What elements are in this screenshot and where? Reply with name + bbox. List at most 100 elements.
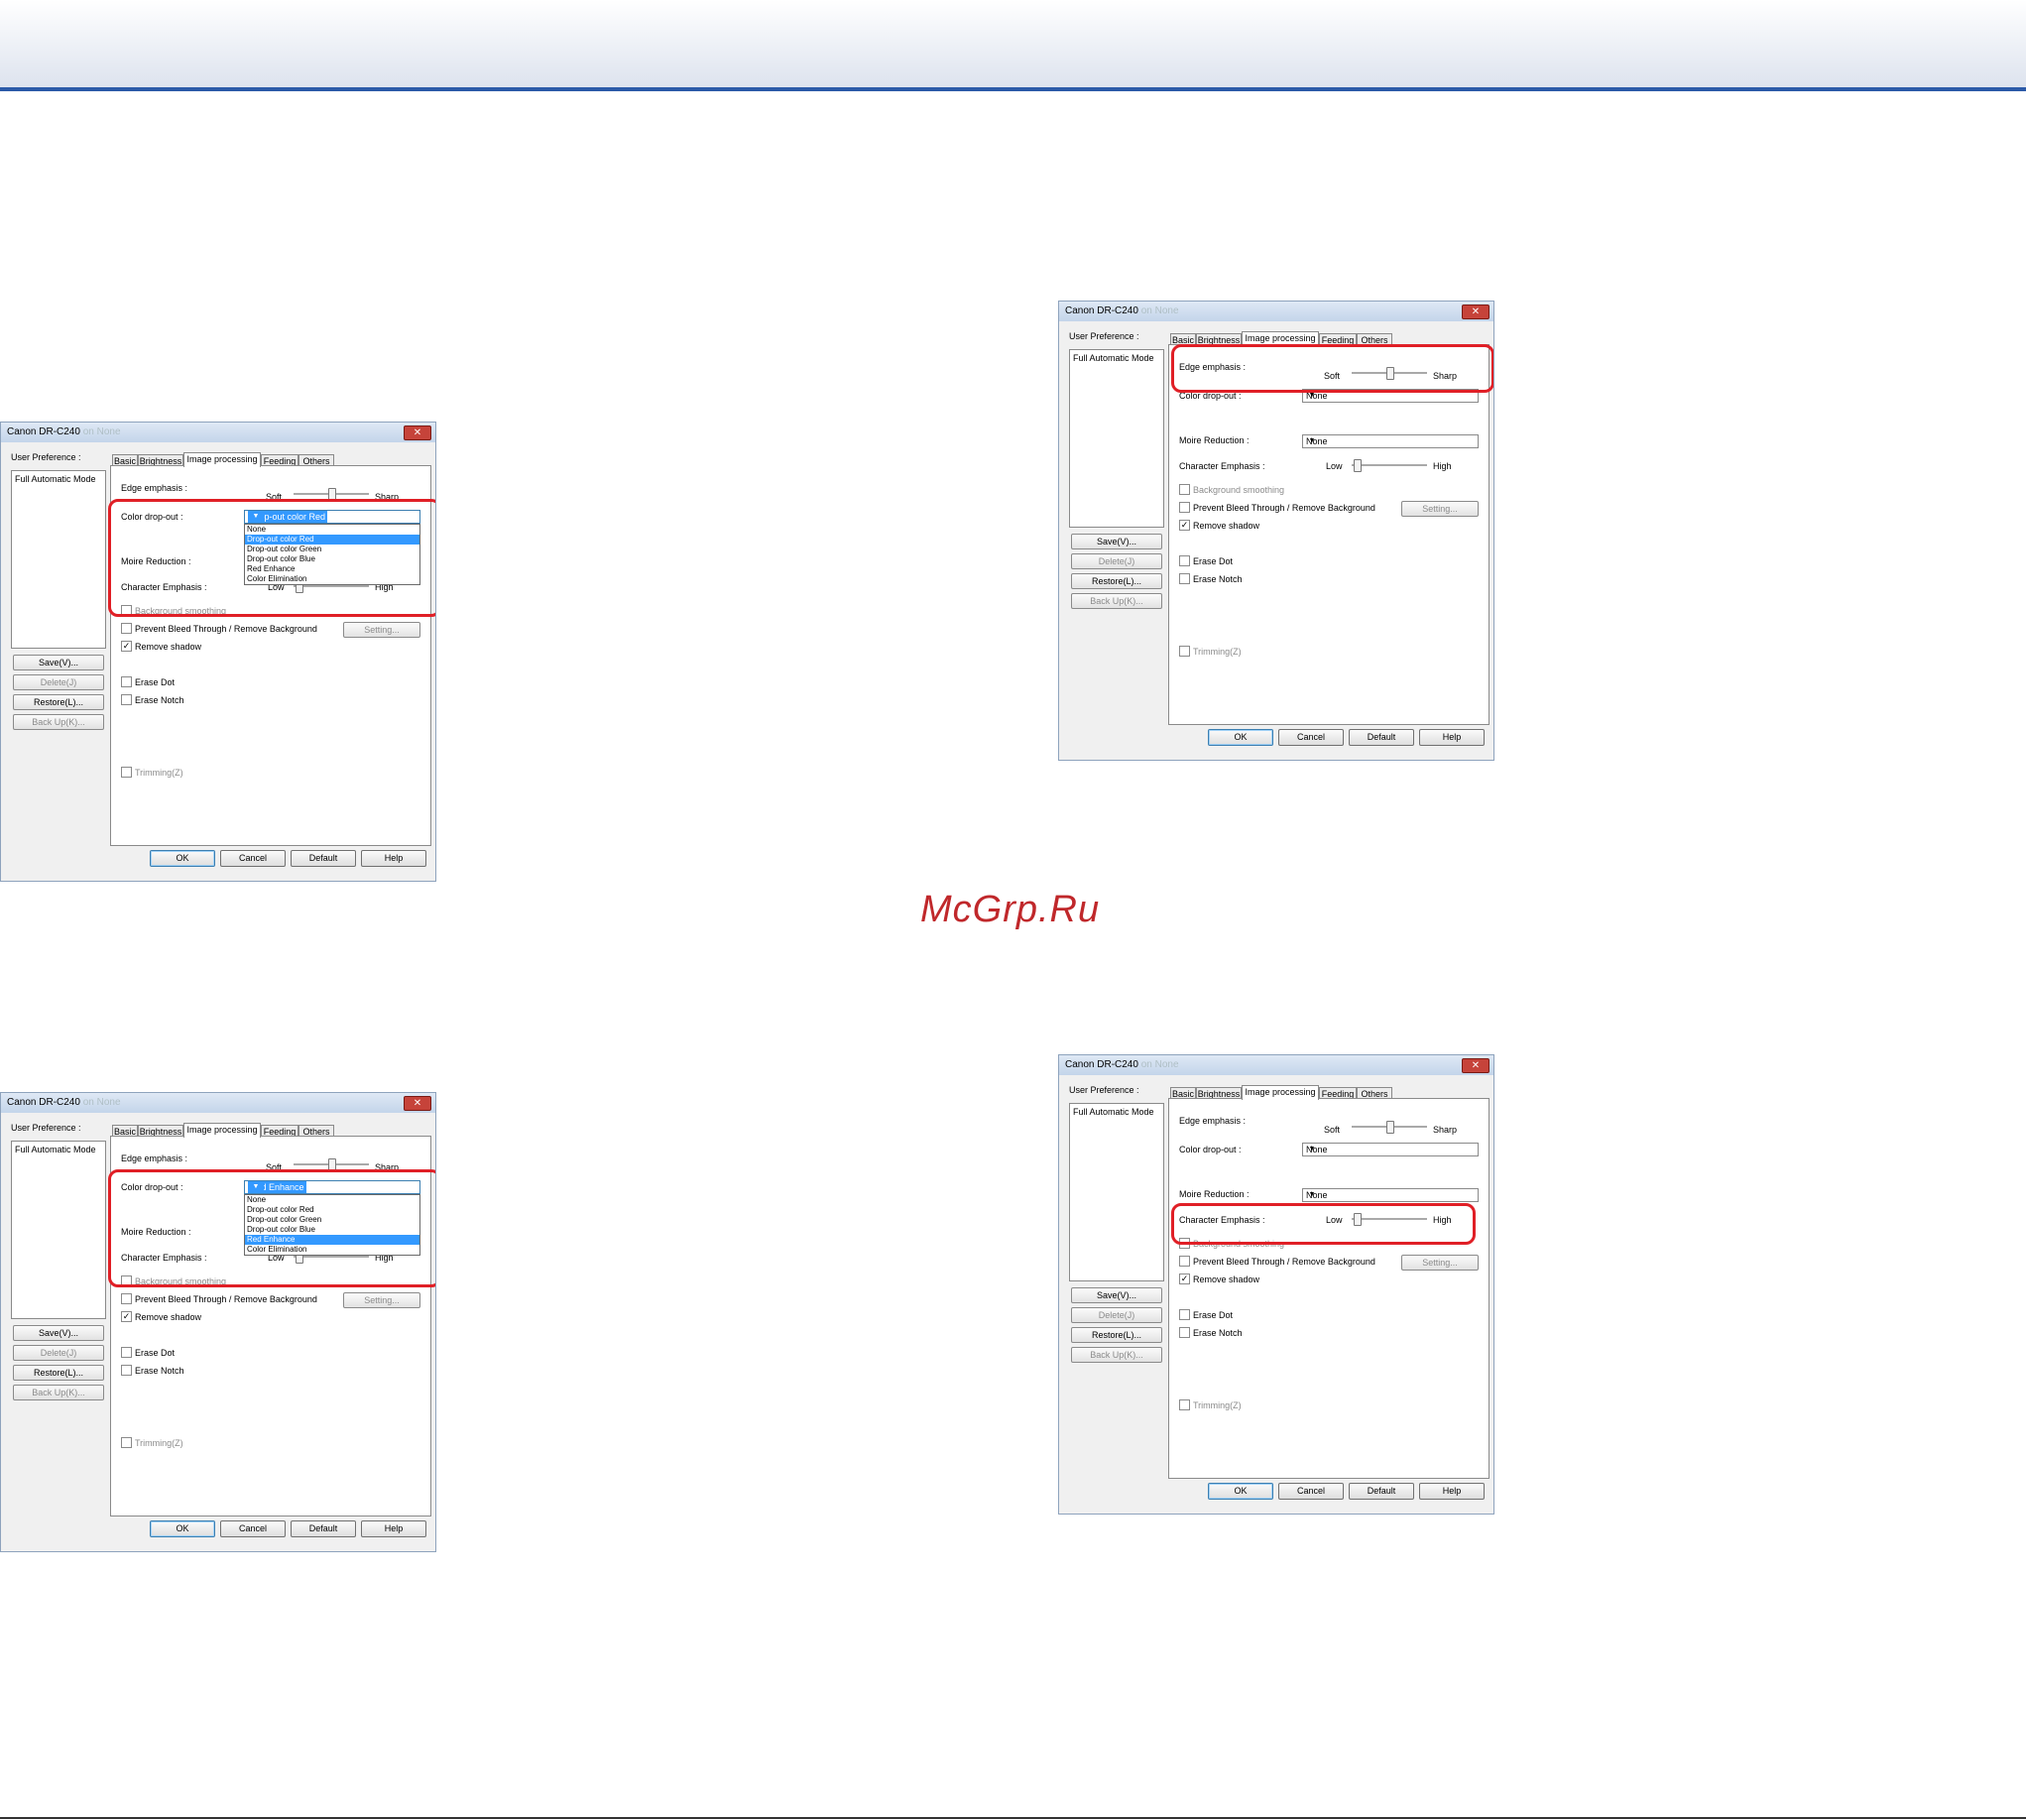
image-processing-panel: Edge emphasis : Soft Sharp Color drop-out :… [1168, 344, 1490, 725]
tab[interactable]: Image processing [183, 452, 261, 467]
ok-button[interactable]: OK [150, 1520, 215, 1537]
preference-button[interactable]: Delete(J) [1071, 1307, 1162, 1323]
cancel-button[interactable]: Cancel [1278, 729, 1344, 746]
edge-emphasis-slider[interactable] [294, 488, 369, 501]
preference-button[interactable]: Save(V)... [13, 1325, 104, 1341]
preference-button[interactable]: Save(V)... [13, 655, 104, 670]
edge-emphasis-label: Edge emphasis : [121, 1153, 188, 1163]
setting-button[interactable]: Setting... [343, 1292, 420, 1308]
prevent-bleed-checkbox[interactable]: Prevent Bleed Through / Remove Backgroun… [1179, 1256, 1375, 1268]
preference-button[interactable]: Restore(L)... [13, 694, 104, 710]
color-dropout-select[interactable]: None ▼ [1302, 1143, 1479, 1156]
help-button[interactable]: Help [361, 850, 426, 867]
preference-button[interactable]: Save(V)... [1071, 534, 1162, 549]
trimming-checkbox[interactable]: Trimming(Z) [121, 767, 183, 779]
preference-button[interactable]: Back Up(K)... [13, 1385, 104, 1400]
cancel-button[interactable]: Cancel [1278, 1483, 1344, 1500]
tab[interactable]: Image processing [1242, 1085, 1319, 1100]
erase-dot-checkbox[interactable]: Erase Dot [1179, 1309, 1233, 1321]
title-bar[interactable]: Canon DR-C240 on None ✕ [1, 423, 435, 442]
remove-shadow-checkbox[interactable]: ✓ Remove shadow [1179, 1274, 1259, 1285]
edge-emphasis-slider[interactable] [294, 1158, 369, 1171]
preference-button[interactable]: Restore(L)... [1071, 573, 1162, 589]
trimming-checkbox[interactable]: Trimming(Z) [1179, 646, 1242, 658]
erase-notch-checkbox[interactable]: Erase Notch [1179, 573, 1243, 585]
preference-button[interactable]: Delete(J) [13, 674, 104, 690]
close-button[interactable]: ✕ [1462, 1058, 1490, 1073]
trimming-checkbox[interactable]: Trimming(Z) [121, 1437, 183, 1449]
remove-shadow-checkbox[interactable]: ✓ Remove shadow [1179, 520, 1259, 532]
erase-dot-checkbox[interactable]: Erase Dot [121, 1347, 175, 1359]
list-item[interactable]: Full Automatic Mode [15, 1145, 96, 1154]
footer-rule [0, 1817, 2026, 1819]
prevent-bleed-checkbox[interactable]: Prevent Bleed Through / Remove Backgroun… [1179, 502, 1375, 514]
callout-highlight [1171, 344, 1493, 393]
close-button[interactable]: ✕ [404, 1096, 431, 1111]
help-button[interactable]: Help [361, 1520, 426, 1537]
erase-notch-checkbox[interactable]: Erase Notch [1179, 1327, 1243, 1339]
user-preference-label: User Preference : [11, 1123, 81, 1133]
erase-notch-checkbox[interactable]: Erase Notch [121, 1365, 184, 1377]
sharp-label: Sharp [1433, 1125, 1458, 1135]
moire-reduction-select[interactable]: None▼ [1302, 434, 1479, 448]
preference-button[interactable]: Delete(J) [13, 1345, 104, 1361]
user-preference-label: User Preference : [1069, 331, 1139, 341]
cancel-button[interactable]: Cancel [220, 1520, 286, 1537]
preference-list[interactable]: Full Automatic Mode [1069, 1103, 1164, 1281]
title-bar[interactable]: Canon DR-C240 on None ✕ [1059, 1055, 1493, 1075]
title-bar[interactable]: Canon DR-C240 on None ✕ [1059, 302, 1493, 321]
scanner-settings-dialog: Canon DR-C240 on None ✕ User Preference : F… [1058, 301, 1494, 761]
list-item[interactable]: Full Automatic Mode [1073, 1107, 1154, 1117]
preference-button[interactable]: Restore(L)... [13, 1365, 104, 1381]
ok-button[interactable]: OK [150, 850, 215, 867]
erase-notch-checkbox[interactable]: Erase Notch [121, 694, 184, 706]
remove-shadow-checkbox[interactable]: ✓ Remove shadow [121, 641, 201, 653]
remove-shadow-checkbox[interactable]: ✓ Remove shadow [121, 1311, 201, 1323]
tab[interactable]: Image processing [183, 1123, 261, 1138]
image-processing-panel: Edge emphasis : Soft Sharp Color drop-out :… [1168, 1098, 1490, 1479]
character-emphasis-slider[interactable] [1352, 459, 1427, 472]
moire-reduction-select[interactable]: None▼ [1302, 1188, 1479, 1202]
default-button[interactable]: Default [1349, 1483, 1414, 1500]
callout-highlight [108, 499, 435, 617]
preference-button[interactable]: Save(V)... [1071, 1287, 1162, 1303]
preference-list[interactable]: Full Automatic Mode [11, 470, 106, 649]
preference-button[interactable]: Back Up(K)... [1071, 593, 1162, 609]
default-button[interactable]: Default [291, 850, 356, 867]
preference-button[interactable]: Delete(J) [1071, 553, 1162, 569]
preference-list[interactable]: Full Automatic Mode [1069, 349, 1164, 528]
ok-button[interactable]: OK [1208, 1483, 1273, 1500]
preference-button[interactable]: Restore(L)... [1071, 1327, 1162, 1343]
prevent-bleed-checkbox[interactable]: Prevent Bleed Through / Remove Backgroun… [121, 623, 317, 635]
setting-button[interactable]: Setting... [1401, 1255, 1479, 1271]
trimming-checkbox[interactable]: Trimming(Z) [1179, 1399, 1242, 1411]
edge-emphasis-slider[interactable] [1352, 1121, 1427, 1134]
dialog-title: Canon DR-C240 on None [1065, 305, 1179, 316]
dialog-title: Canon DR-C240 on None [7, 1097, 121, 1108]
color-dropout-label: Color drop-out : [1179, 1145, 1242, 1154]
erase-dot-checkbox[interactable]: Erase Dot [121, 676, 175, 688]
erase-dot-checkbox[interactable]: Erase Dot [1179, 555, 1233, 567]
preference-button[interactable]: Back Up(K)... [1071, 1347, 1162, 1363]
setting-button[interactable]: Setting... [1401, 501, 1479, 517]
watermark: McGrp.Ru [920, 889, 1101, 930]
list-item[interactable]: Full Automatic Mode [1073, 353, 1154, 363]
default-button[interactable]: Default [1349, 729, 1414, 746]
preference-list[interactable]: Full Automatic Mode [11, 1141, 106, 1319]
help-button[interactable]: Help [1419, 729, 1485, 746]
ok-button[interactable]: OK [1208, 729, 1273, 746]
low-label: Low [1326, 461, 1343, 471]
edge-emphasis-label: Edge emphasis : [1179, 1116, 1247, 1126]
close-button[interactable]: ✕ [1462, 304, 1490, 319]
cancel-button[interactable]: Cancel [220, 850, 286, 867]
title-bar[interactable]: Canon DR-C240 on None ✕ [1, 1093, 435, 1113]
background-smoothing-checkbox[interactable]: Background smoothing [1179, 484, 1284, 496]
list-item[interactable]: Full Automatic Mode [15, 474, 96, 484]
default-button[interactable]: Default [291, 1520, 356, 1537]
help-button[interactable]: Help [1419, 1483, 1485, 1500]
prevent-bleed-checkbox[interactable]: Prevent Bleed Through / Remove Backgroun… [121, 1293, 317, 1305]
close-button[interactable]: ✕ [404, 425, 431, 440]
setting-button[interactable]: Setting... [343, 622, 420, 638]
preference-button[interactable]: Back Up(K)... [13, 714, 104, 730]
character-emphasis-label: Character Emphasis : [1179, 461, 1265, 471]
